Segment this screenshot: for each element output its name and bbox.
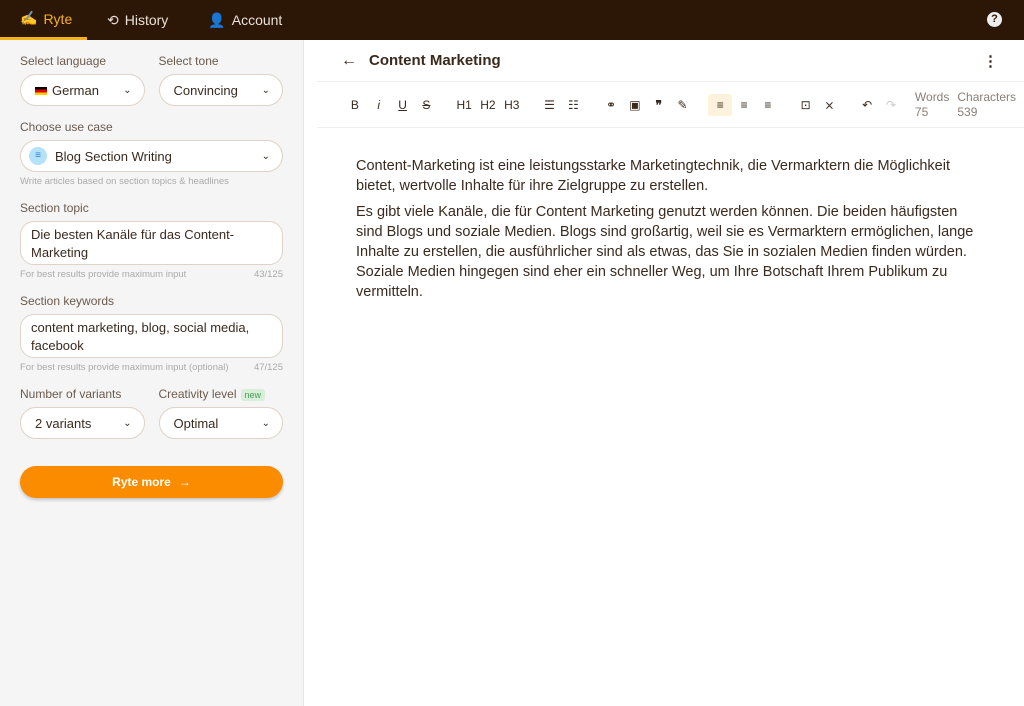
tone-select[interactable]: Convincing ⌄ — [158, 74, 283, 106]
paragraph: Es gibt viele Kanäle, die für Content Ma… — [356, 204, 974, 300]
tab-ryte[interactable]: ✍ Ryte — [0, 0, 87, 40]
align-center-icon[interactable]: ≡ — [732, 98, 756, 112]
hand-pen-icon: ✍ — [20, 10, 38, 26]
german-flag-icon — [35, 86, 47, 95]
chevron-down-icon: ⌄ — [123, 417, 132, 429]
chevron-down-icon: ⌄ — [123, 84, 132, 96]
h2-button[interactable]: H2 — [476, 98, 500, 112]
character-count: Characters 539 — [957, 89, 1017, 119]
chevron-down-icon: ⌄ — [261, 84, 270, 96]
bullet-list-icon[interactable]: ☰ — [538, 98, 562, 112]
usecase-hint: Write articles based on section topics &… — [20, 176, 229, 187]
usecase-label: Choose use case — [20, 120, 113, 134]
redo-icon[interactable]: ↷ — [879, 98, 903, 112]
variants-select[interactable]: 2 variants ⌄ — [20, 407, 145, 439]
editor-toolbar: B i U S H1 H2 H3 ☰ ☷ ⚭ ▣ ❞ ✎ ≡ ≡ ≡ ⊡ ⨯ ↶… — [317, 82, 1024, 128]
topic-count: 43/125 — [253, 269, 283, 280]
history-icon: ⟲ — [107, 11, 119, 28]
undo-icon[interactable]: ↶ — [855, 98, 879, 112]
chevron-down-icon: ⌄ — [261, 417, 270, 429]
tab-account[interactable]: 👤 Account — [188, 0, 302, 40]
arrow-right-icon: → — [178, 475, 191, 489]
bold-button[interactable]: B — [343, 98, 367, 112]
top-nav: ✍ Ryte ⟲ History 👤 Account ? — [0, 0, 1024, 40]
text-lines-icon: ≡ — [29, 147, 47, 165]
ryte-more-button[interactable]: Ryte more → — [20, 466, 283, 498]
language-label: Select language — [20, 54, 107, 68]
select-all-icon[interactable]: ⊡ — [794, 98, 818, 112]
tab-history[interactable]: ⟲ History — [87, 0, 188, 40]
topic-hint: For best results provide maximum input — [20, 269, 187, 280]
usecase-select[interactable]: ≡ Blog Section Writing ⌄ — [20, 140, 283, 172]
keywords-count: 47/125 — [253, 362, 283, 373]
h3-button[interactable]: H3 — [500, 98, 524, 112]
highlight-pen-icon[interactable]: ✎ — [671, 98, 695, 112]
help-icon[interactable]: ? — [987, 12, 1002, 27]
image-icon[interactable]: ▣ — [623, 98, 647, 112]
keywords-label: Section keywords — [20, 294, 115, 308]
creativity-label: Creativity level — [158, 387, 237, 401]
strikethrough-button[interactable]: S — [414, 98, 438, 112]
underline-button[interactable]: U — [391, 98, 415, 112]
quote-icon[interactable]: ❞ — [647, 98, 671, 112]
sidebar: Select language German ⌄ Select tone Conv… — [0, 40, 304, 706]
new-badge: new — [240, 389, 266, 401]
variants-label: Number of variants — [20, 387, 122, 401]
numbered-list-icon[interactable]: ☷ — [561, 98, 585, 112]
h1-button[interactable]: H1 — [452, 98, 476, 112]
topic-input[interactable]: Die besten Kanäle für das Content-Market… — [20, 221, 283, 265]
creativity-select[interactable]: Optimal ⌄ — [158, 407, 283, 439]
italic-button[interactable]: i — [367, 98, 391, 112]
word-count: Words 75 — [914, 89, 950, 119]
document-title: Content Marketing — [369, 52, 501, 69]
language-select[interactable]: German ⌄ — [20, 74, 145, 106]
document-body[interactable]: Content-Marketing ist eine leistungsstar… — [317, 128, 1024, 302]
keywords-input[interactable]: content marketing, blog, social media, f… — [20, 314, 283, 358]
more-options-icon[interactable]: ⋮ — [983, 52, 998, 70]
paragraph: Content-Marketing ist eine leistungsstar… — [356, 158, 950, 194]
link-icon[interactable]: ⚭ — [599, 98, 623, 112]
tone-label: Select tone — [158, 54, 219, 68]
topic-label: Section topic — [20, 201, 89, 215]
person-icon: 👤 — [208, 11, 226, 28]
keywords-hint: For best results provide maximum input (… — [20, 362, 229, 373]
back-arrow-icon[interactable]: ← — [341, 52, 357, 70]
align-right-icon[interactable]: ≡ — [756, 98, 780, 112]
chevron-down-icon: ⌄ — [261, 150, 270, 162]
align-left-icon[interactable]: ≡ — [708, 93, 733, 116]
clear-format-icon[interactable]: ⨯ — [818, 98, 842, 112]
editor: ← Content Marketing ⋮ B i U S H1 H2 H3 ☰… — [317, 40, 1024, 706]
